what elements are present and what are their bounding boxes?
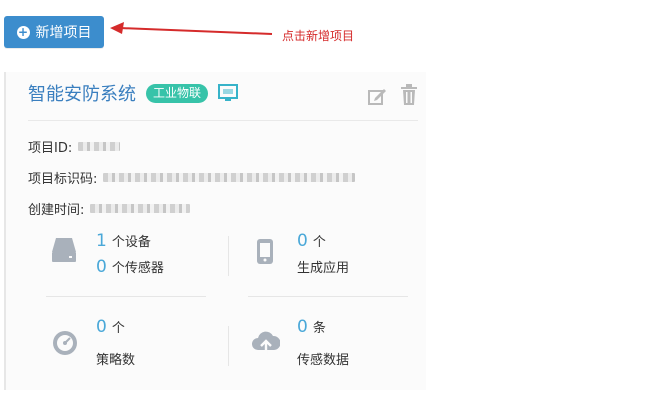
apps-label[interactable]: 生成应用 (297, 257, 349, 276)
policies-unit: 个 (111, 321, 125, 336)
sensor-data-count: 0 (297, 317, 308, 337)
arrow-icon (110, 22, 273, 35)
device-unit: 个设备 (111, 235, 151, 250)
apps-unit: 个 (312, 235, 326, 250)
add-project-label: 新增项目 (35, 25, 92, 41)
created-time-label: 创建时间: (28, 203, 85, 218)
device-count-line[interactable]: 1 个设备 (96, 231, 164, 257)
apps-count: 0 (297, 231, 308, 251)
project-id-value-redacted (78, 142, 121, 151)
cloud-upload-icon (252, 331, 280, 354)
project-id-row: 项目ID: (28, 137, 121, 156)
card-title-row: 智能安防系统 工业物联 (28, 80, 239, 106)
edit-icon[interactable] (367, 86, 387, 110)
policies-label[interactable]: 策略数 (96, 349, 135, 368)
device-sensor-stat: 1 个设备 0 个传感器 (96, 231, 164, 283)
stat-row-divider (248, 296, 408, 297)
created-time-value-redacted (90, 204, 191, 213)
sensor-data-unit: 条 (312, 321, 326, 336)
project-code-value-redacted (103, 173, 356, 182)
gauge-icon (53, 331, 77, 355)
annotation-text: 点击新增项目 (282, 29, 355, 43)
project-card: 智能安防系统 工业物联 项目ID: 项目标识码: 创建时间: 1 个设备 0 个… (4, 72, 426, 390)
apps-stat: 0 个 生成应用 (297, 231, 349, 283)
add-project-button[interactable]: + 新增项目 (4, 16, 104, 48)
sensor-data-label[interactable]: 传感数据 (297, 349, 349, 368)
sensor-count-line[interactable]: 0 个传感器 (96, 257, 164, 283)
project-tag-badge: 工业物联 (146, 83, 209, 103)
sensor-unit: 个传感器 (111, 261, 164, 276)
sensor-data-stat: 0 条 传感数据 (297, 317, 349, 375)
phone-icon (257, 239, 273, 264)
stat-separator (228, 326, 229, 366)
sensor-count: 0 (96, 257, 107, 277)
policies-count: 0 (96, 317, 107, 337)
trash-icon[interactable] (400, 84, 418, 110)
project-code-label: 项目标识码: (28, 172, 98, 187)
project-name[interactable]: 智能安防系统 (28, 80, 136, 106)
monitor-icon[interactable] (218, 84, 239, 102)
stat-row-divider (46, 296, 206, 297)
stat-separator (228, 236, 229, 276)
project-id-label: 项目ID: (28, 141, 73, 156)
created-time-row: 创建时间: (28, 199, 191, 218)
plus-circle-icon: + (16, 24, 30, 39)
device-count: 1 (96, 231, 107, 251)
card-divider (28, 120, 418, 121)
policies-stat: 0 个 策略数 (96, 317, 135, 375)
project-code-row: 项目标识码: (28, 168, 356, 187)
drive-icon (52, 238, 76, 262)
